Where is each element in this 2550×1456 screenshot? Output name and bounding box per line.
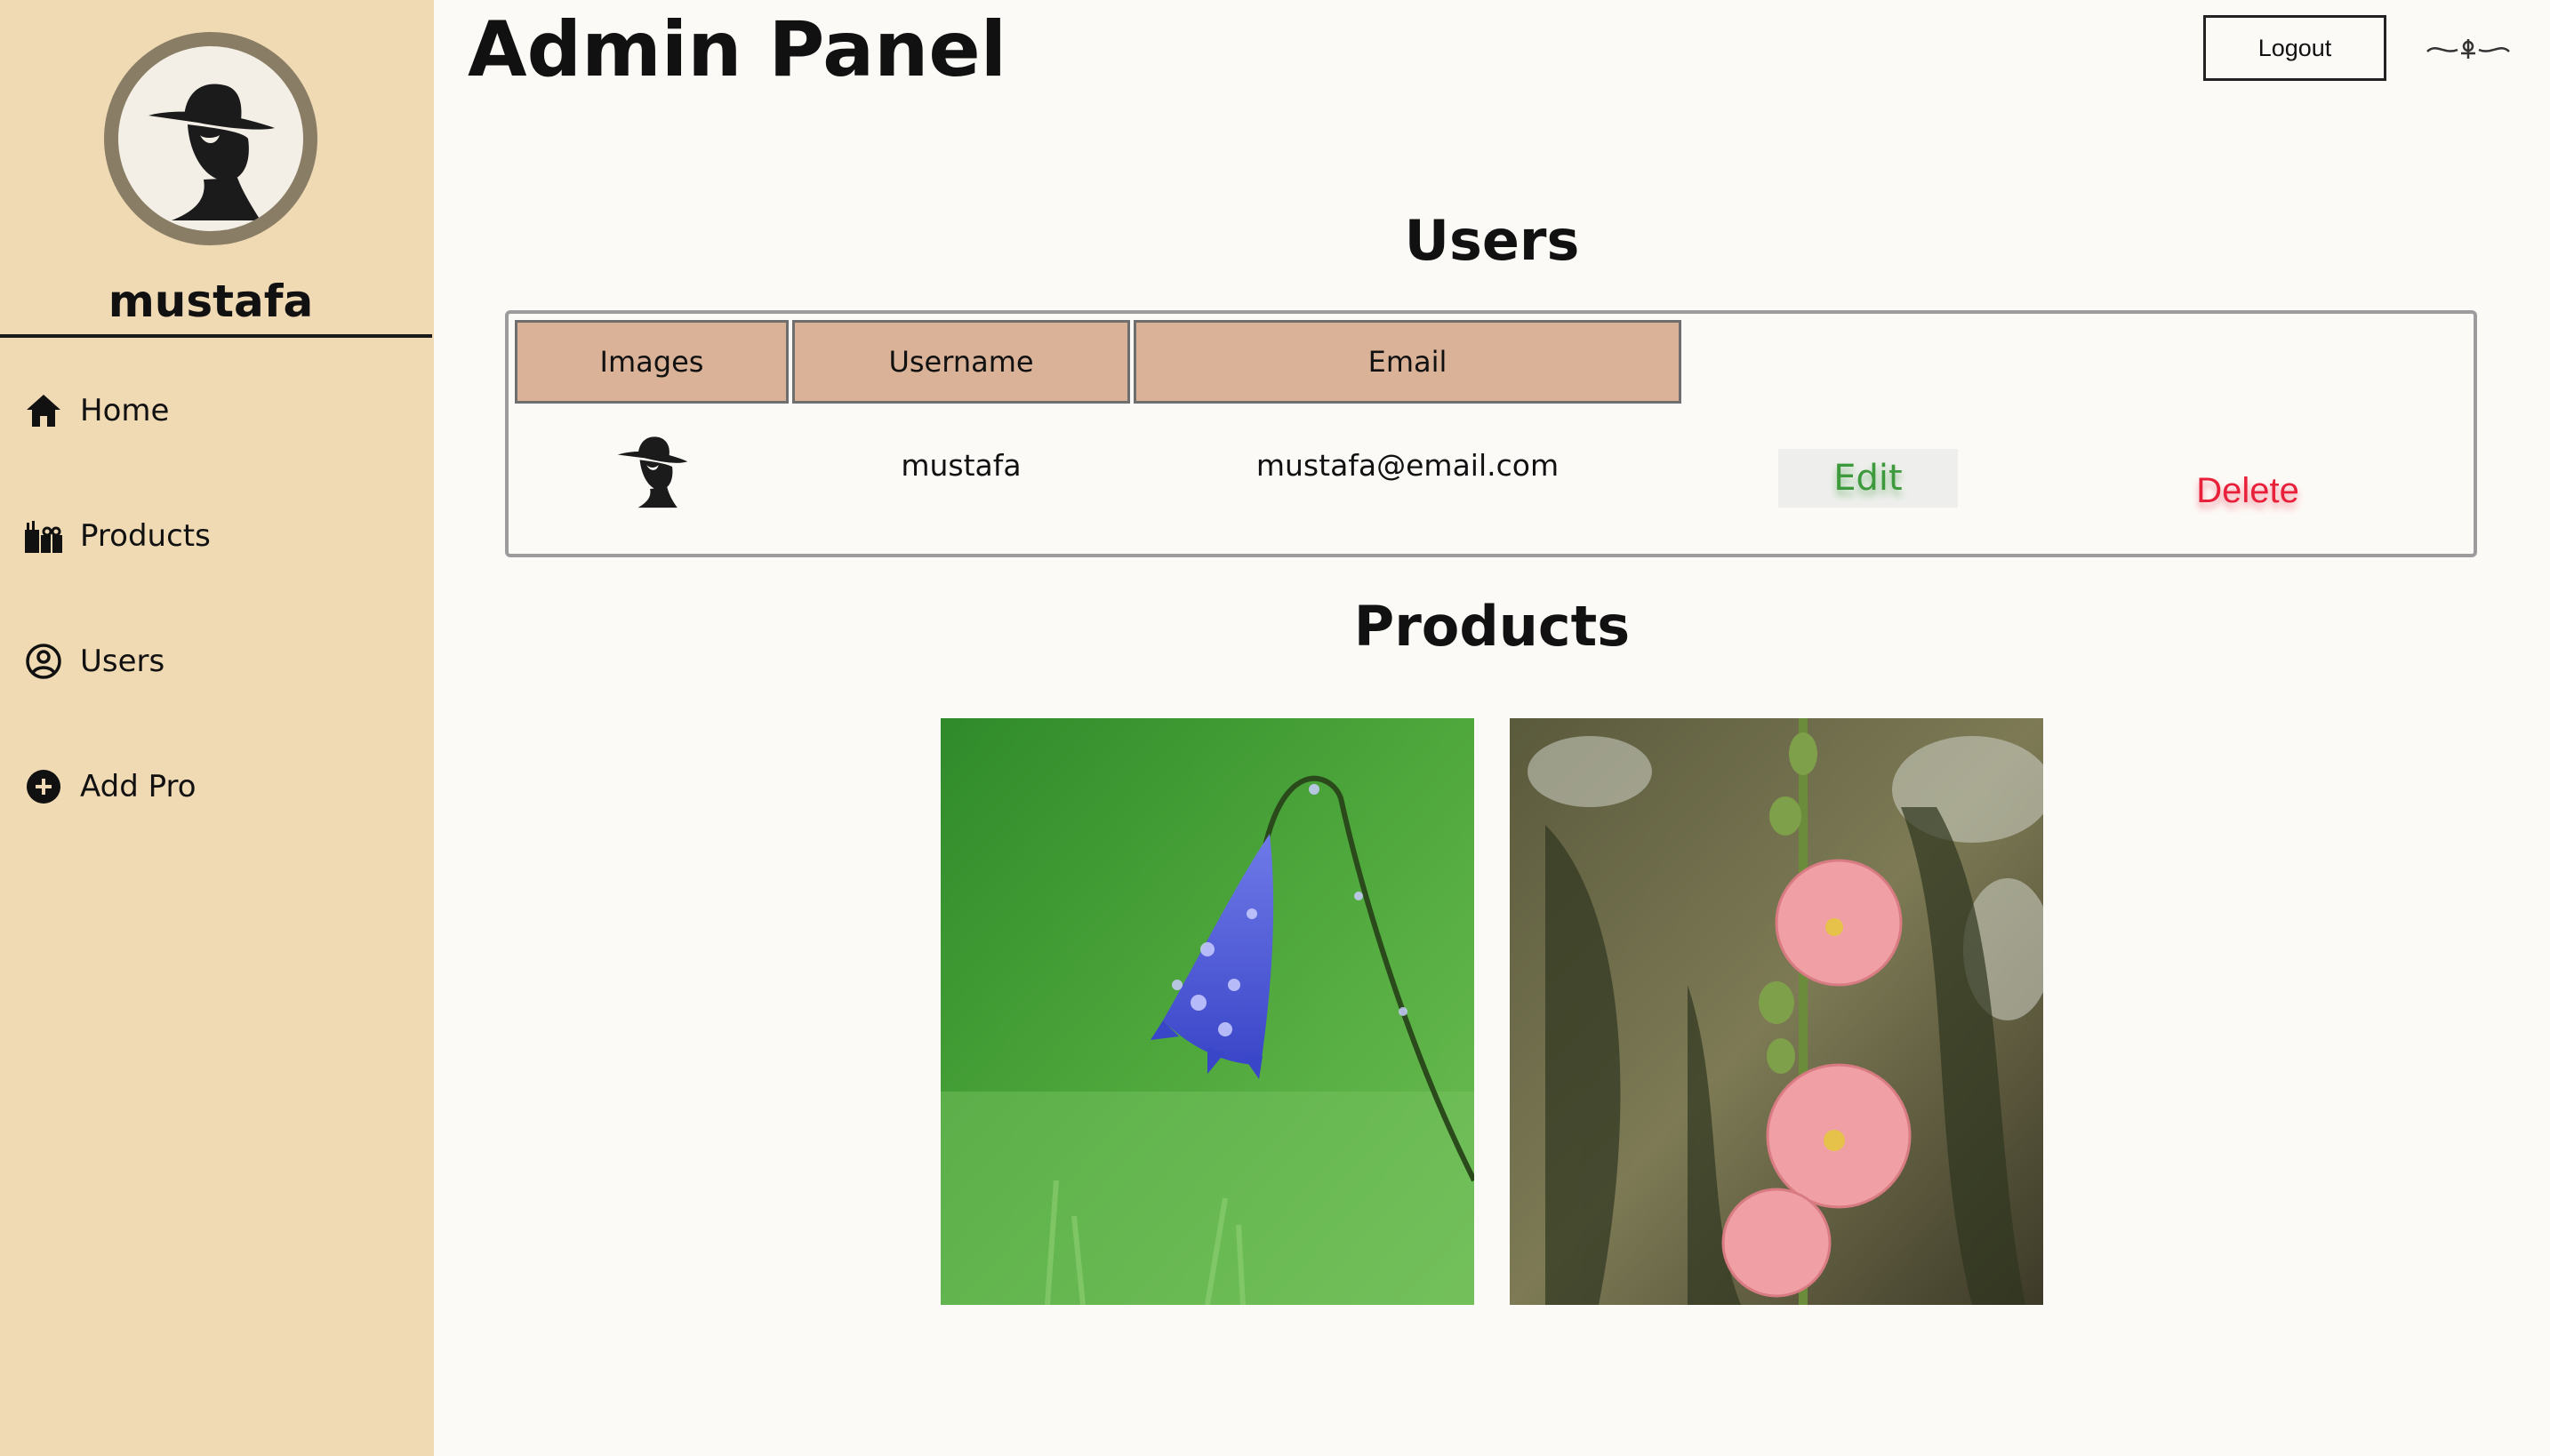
product-card[interactable] xyxy=(941,718,1474,1305)
home-icon xyxy=(27,395,60,427)
edit-button[interactable]: Edit xyxy=(1778,449,1958,508)
user-circle-icon xyxy=(26,644,61,679)
sidebar-item-label: Add Pro xyxy=(80,769,196,804)
user-image xyxy=(515,431,789,508)
delete-button[interactable]: Delete xyxy=(2150,461,2346,520)
decorative-flourish-icon xyxy=(2426,39,2510,59)
sidebar-item-users[interactable]: Users xyxy=(23,635,164,688)
user-username: mustafa xyxy=(901,447,1022,483)
cowboy-avatar-icon xyxy=(118,46,303,231)
product-card[interactable] xyxy=(1510,718,2043,1305)
logout-button[interactable]: Logout xyxy=(2203,15,2386,81)
hollyhock-image xyxy=(1510,718,2043,1305)
sidebar: mustafa Home Products Users Add Pro xyxy=(0,0,434,1456)
sidebar-item-add-pro[interactable]: Add Pro xyxy=(23,760,196,813)
sidebar-item-home[interactable]: Home xyxy=(23,384,169,437)
users-table: Images Username Email mustafa mustafa@em… xyxy=(505,310,2477,557)
bellflower-image xyxy=(941,718,1474,1305)
column-header-email: Email xyxy=(1134,320,1681,404)
gifts-icon xyxy=(25,521,62,553)
profile-divider xyxy=(0,334,432,338)
user-email: mustafa@email.com xyxy=(1255,447,1560,483)
column-header-images: Images xyxy=(515,320,789,404)
sidebar-item-label: Users xyxy=(80,644,165,679)
plus-circle-icon xyxy=(27,770,60,804)
profile-name: mustafa xyxy=(108,276,314,327)
users-section-title: Users xyxy=(1404,208,1580,273)
avatar xyxy=(104,32,317,245)
cowboy-avatar-icon xyxy=(617,436,688,508)
page-title: Admin Panel xyxy=(468,5,1007,94)
products-section-title: Products xyxy=(1353,594,1631,659)
column-header-username: Username xyxy=(792,320,1130,404)
sidebar-item-products[interactable]: Products xyxy=(23,509,211,563)
sidebar-item-label: Products xyxy=(80,518,211,554)
sidebar-item-label: Home xyxy=(80,393,170,428)
